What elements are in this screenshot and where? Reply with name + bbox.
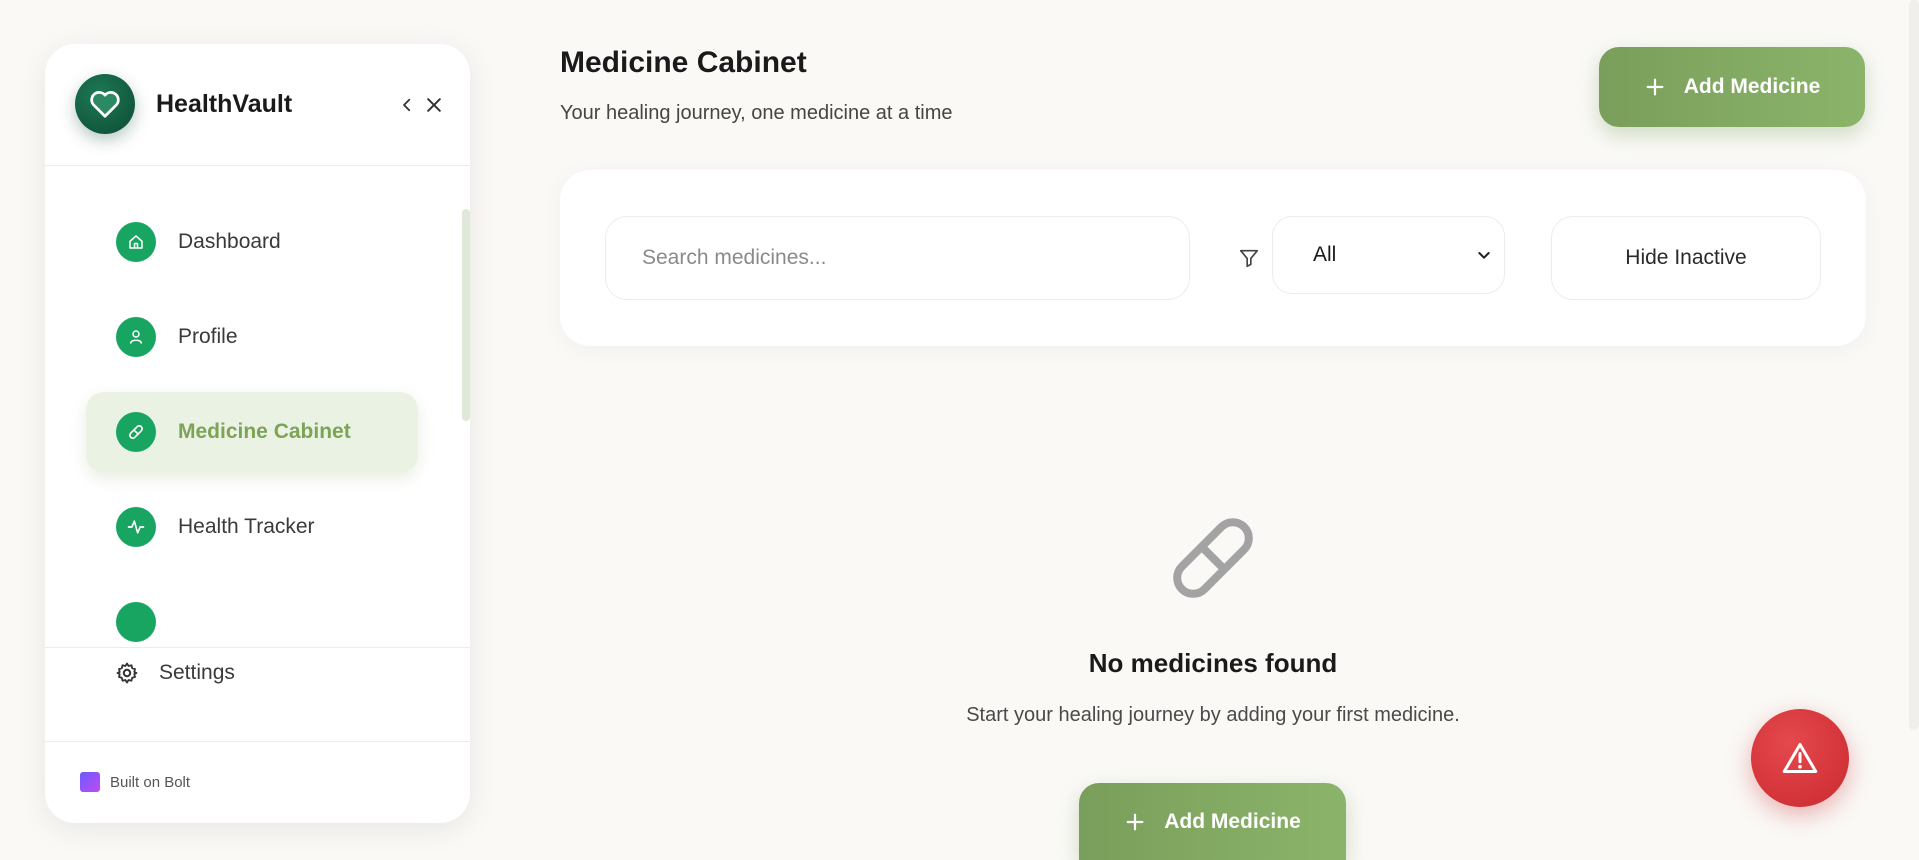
plus-icon <box>1644 76 1666 98</box>
sidebar-item-partial[interactable] <box>86 582 418 647</box>
sidebar-item-profile[interactable]: Profile <box>86 297 418 377</box>
page-scrollbar[interactable] <box>1909 0 1919 730</box>
warning-icon <box>1782 743 1818 773</box>
search-placeholder: Search medicines... <box>642 246 827 269</box>
divider <box>45 647 470 648</box>
status-filter-select[interactable]: All <box>1272 216 1505 294</box>
sidebar-item-medicine-cabinet[interactable]: Medicine Cabinet <box>86 392 418 472</box>
sidebar-item-health-tracker[interactable]: Health Tracker <box>86 487 418 567</box>
pill-icon <box>116 412 156 452</box>
app-title: HealthVault <box>156 90 293 118</box>
settings-button[interactable]: Settings <box>115 653 375 693</box>
hide-inactive-button[interactable]: Hide Inactive <box>1551 216 1821 300</box>
sidebar-header: HealthVault <box>45 44 470 166</box>
hide-inactive-label: Hide Inactive <box>1625 246 1747 269</box>
user-icon <box>116 317 156 357</box>
sidebar-item-label: Medicine Cabinet <box>178 420 351 443</box>
filter-icon <box>1235 244 1263 272</box>
pill-icon <box>1163 508 1263 608</box>
nav-icon-partial <box>116 602 156 642</box>
select-value: All <box>1313 243 1337 266</box>
chevron-down-icon <box>1478 252 1490 259</box>
search-input[interactable]: Search medicines... <box>605 216 1190 300</box>
empty-add-medicine-button[interactable]: Add Medicine <box>1079 783 1346 860</box>
filter-card: Search medicines... All Hide Inactive <box>560 170 1866 346</box>
close-button[interactable] <box>416 88 452 122</box>
add-medicine-label: Add Medicine <box>1683 75 1821 98</box>
empty-state-subtitle: Start your healing journey by adding you… <box>966 704 1460 726</box>
empty-state-title: No medicines found <box>1088 648 1338 678</box>
divider <box>45 741 470 742</box>
sidebar-nav: Dashboard Profile Medicine Cabinet Healt… <box>45 167 470 647</box>
bolt-logo-icon <box>80 772 100 792</box>
page-title: Medicine Cabinet <box>560 46 807 79</box>
gear-icon <box>116 662 138 684</box>
page-subtitle: Your healing journey, one medicine at a … <box>560 102 953 124</box>
built-on-bolt-badge[interactable]: Built on Bolt <box>80 772 190 792</box>
sidebar-item-label: Profile <box>178 325 238 348</box>
sidebar-scrollbar[interactable] <box>462 209 470 421</box>
add-medicine-label: Add Medicine <box>1164 809 1301 833</box>
close-icon <box>427 98 441 112</box>
sidebar-item-label: Health Tracker <box>178 515 315 538</box>
heart-logo-icon <box>75 74 135 134</box>
sidebar-item-dashboard[interactable]: Dashboard <box>86 202 418 282</box>
home-icon <box>116 222 156 262</box>
sidebar-item-label: Dashboard <box>178 230 281 253</box>
sidebar: HealthVault Dashboard Profile Medicine C… <box>45 44 470 823</box>
settings-label: Settings <box>159 661 235 684</box>
activity-icon <box>116 507 156 547</box>
add-medicine-button[interactable]: Add Medicine <box>1599 47 1865 127</box>
plus-icon <box>1124 811 1146 833</box>
built-on-bolt-label: Built on Bolt <box>110 773 191 791</box>
emergency-button[interactable] <box>1751 709 1849 807</box>
